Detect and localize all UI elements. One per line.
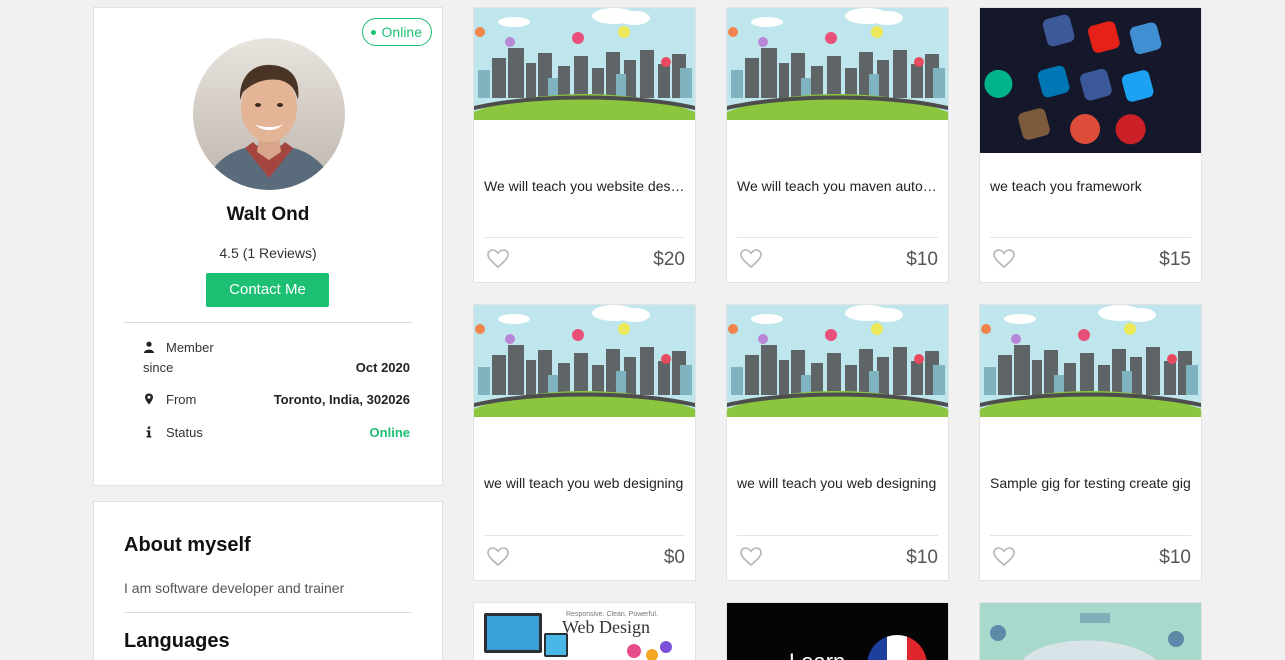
contact-me-button[interactable]: Contact Me <box>206 273 329 307</box>
member-since-row: Member since Oct 2020 <box>143 340 410 380</box>
gig-thumbnail[interactable] <box>474 8 695 125</box>
gig-card[interactable]: Sample gig for testing create gig $10 <box>979 304 1202 581</box>
gig-divider <box>484 237 685 238</box>
info-icon <box>146 426 152 438</box>
from-row: From Toronto, India, 302026 <box>143 392 410 410</box>
web-design-title: Web Design <box>562 617 651 637</box>
status-label: Status <box>166 425 203 440</box>
gig-thumbnail[interactable] <box>727 8 948 125</box>
gig-title[interactable]: we teach you framework <box>990 178 1191 194</box>
member-label-since: since <box>143 360 174 375</box>
online-dot-icon <box>370 29 376 35</box>
gig-price: $20 <box>653 249 685 270</box>
gig-card[interactable]: we teach you framework $15 <box>979 7 1202 283</box>
gig-title[interactable]: we will teach you web designing <box>484 475 685 491</box>
user-icon <box>144 341 154 353</box>
gig-thumbnail[interactable] <box>980 305 1201 422</box>
languages-title: Languages <box>124 630 230 652</box>
map-pin-icon <box>145 393 153 405</box>
gig-divider <box>737 237 938 238</box>
from-label: From <box>166 392 197 407</box>
about-divider <box>124 612 412 613</box>
heart-icon[interactable] <box>993 249 1015 269</box>
profile-divider <box>124 322 412 323</box>
gig-card-partial[interactable]: Learn <box>726 602 949 660</box>
from-value: Toronto, India, 302026 <box>273 392 410 407</box>
gig-card-partial[interactable]: Responsive. Clean. Powerful. Web Design <box>473 602 696 660</box>
gig-card[interactable]: We will teach you website designing $20 <box>473 7 696 283</box>
member-since-value: Oct 2020 <box>355 360 410 375</box>
gig-price: $10 <box>906 547 938 568</box>
gig-title[interactable]: We will teach you website designing <box>484 178 685 194</box>
gig-price: $10 <box>1159 547 1191 568</box>
online-status-badge: Online <box>361 18 432 46</box>
gig-divider <box>737 535 938 536</box>
heart-icon[interactable] <box>487 547 509 567</box>
about-title: About myself <box>124 534 251 556</box>
profile-rating: 4.5 (1 Reviews) <box>219 245 317 261</box>
about-text: I am software developer and trainer <box>124 580 345 596</box>
about-card: About myself I am software developer and… <box>93 501 443 660</box>
car-service-thumbnail[interactable] <box>980 603 1201 660</box>
gig-card[interactable]: we will teach you web designing $0 <box>473 304 696 581</box>
gig-card-partial[interactable] <box>979 602 1202 660</box>
gig-card[interactable]: we will teach you web designing $10 <box>726 304 949 581</box>
profile-card: Online Walt Ond 4.5 (1 Reviews) Contact … <box>93 7 443 486</box>
gig-title[interactable]: We will teach you maven automation <box>737 178 938 194</box>
online-status-label: Online <box>381 24 422 40</box>
heart-icon[interactable] <box>993 547 1015 567</box>
gig-thumbnail[interactable] <box>727 305 948 422</box>
gig-thumbnail[interactable] <box>474 305 695 422</box>
gig-title[interactable]: we will teach you web designing <box>737 475 938 491</box>
heart-icon[interactable] <box>487 249 509 269</box>
gig-title[interactable]: Sample gig for testing create gig <box>990 475 1191 491</box>
avatar[interactable] <box>193 38 345 190</box>
heart-icon[interactable] <box>740 547 762 567</box>
gig-price: $10 <box>906 249 938 270</box>
gig-card[interactable]: We will teach you maven automation $10 <box>726 7 949 283</box>
gig-divider <box>484 535 685 536</box>
gig-price: $15 <box>1159 249 1191 270</box>
status-value: Online <box>369 425 410 440</box>
status-row: Status Online <box>143 425 410 443</box>
gig-thumbnail[interactable] <box>980 8 1201 158</box>
heart-icon[interactable] <box>740 249 762 269</box>
gig-divider <box>990 535 1191 536</box>
profile-name: Walt Ond <box>226 204 310 225</box>
gig-divider <box>990 237 1191 238</box>
gig-price: $0 <box>663 547 685 568</box>
member-label: Member <box>166 340 214 355</box>
learn-text: Learn <box>789 649 845 660</box>
